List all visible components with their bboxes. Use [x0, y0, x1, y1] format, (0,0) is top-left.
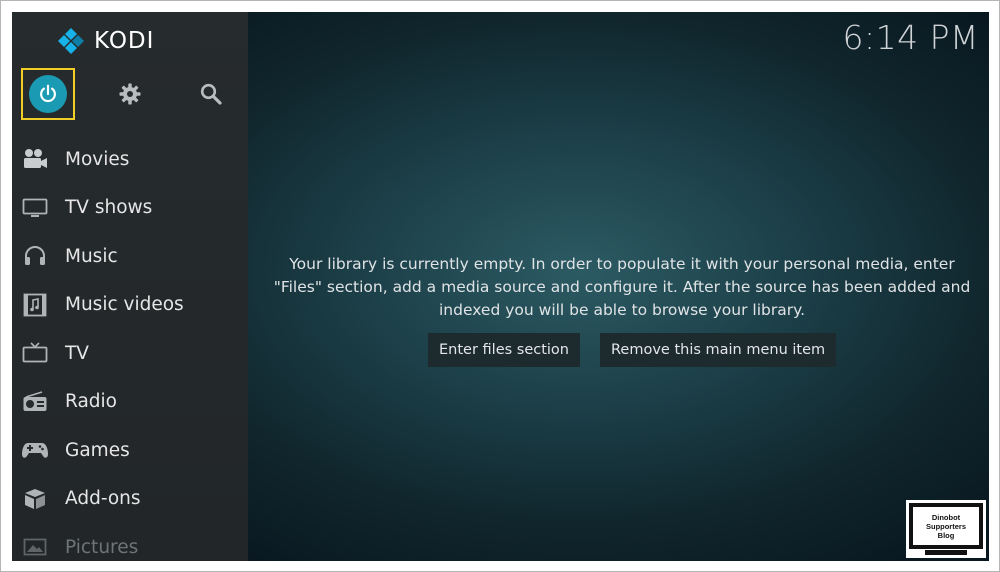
- empty-library-message: Your library is currently empty. In orde…: [272, 253, 972, 322]
- gear-icon: [119, 83, 141, 105]
- message-line: Your library is currently empty. In orde…: [289, 255, 955, 273]
- watermark-monitor: Dinobot Supporters Blog: [909, 503, 983, 549]
- menu-item-label: Radio: [65, 391, 117, 413]
- menu-item-games[interactable]: Games: [12, 426, 248, 475]
- menu-item-label: TV: [65, 342, 89, 364]
- kodi-logo: KODI: [56, 26, 154, 56]
- menu-item-label: Movies: [65, 148, 130, 170]
- search-button[interactable]: [198, 81, 224, 107]
- watermark-text: Dinobot Supporters Blog: [913, 507, 979, 545]
- menu-item-movies[interactable]: Movies: [12, 135, 248, 184]
- monitor-icon: [21, 196, 49, 220]
- gamepad-icon: [21, 438, 49, 462]
- menu-item-radio[interactable]: Radio: [12, 378, 248, 427]
- menu-item-label: Add-ons: [65, 488, 141, 510]
- menu-item-tv[interactable]: TV: [12, 329, 248, 378]
- settings-button[interactable]: [117, 81, 143, 107]
- kodi-home-screen: KODI Movies TV shows Music Music videos …: [12, 12, 989, 561]
- main-menu: Movies TV shows Music Music videos TV Ra…: [12, 135, 248, 561]
- menu-item-label: Music: [65, 245, 118, 267]
- menu-item-tv-shows[interactable]: TV shows: [12, 184, 248, 233]
- watermark-stand: [925, 550, 967, 555]
- menu-item-music-videos[interactable]: Music videos: [12, 281, 248, 330]
- app-name: KODI: [94, 28, 155, 54]
- power-icon: [40, 84, 56, 103]
- kodi-logo-icon: [58, 28, 84, 54]
- menu-item-add-ons[interactable]: Add-ons: [12, 475, 248, 524]
- radio-icon: [21, 390, 49, 414]
- sidebar: KODI Movies TV shows Music Music videos …: [12, 12, 248, 561]
- music-video-icon: [21, 293, 49, 317]
- headphones-icon: [21, 244, 49, 268]
- empty-library-actions: Enter files section Remove this main men…: [428, 333, 837, 367]
- tv-icon: [21, 341, 49, 365]
- remove-menu-item-button[interactable]: Remove this main menu item: [600, 333, 837, 367]
- box-icon: [21, 487, 49, 511]
- power-button[interactable]: [21, 68, 75, 120]
- message-line: indexed you will be able to browse your …: [439, 301, 805, 319]
- message-line: "Files" section, add a media source and …: [273, 278, 971, 296]
- menu-item-label: Pictures: [65, 536, 139, 558]
- menu-item-label: Games: [65, 439, 130, 461]
- power-button-circle: [29, 75, 67, 113]
- menu-item-label: TV shows: [65, 197, 153, 219]
- menu-item-music[interactable]: Music: [12, 232, 248, 281]
- picture-icon: [21, 535, 49, 559]
- screenshot-frame: KODI Movies TV shows Music Music videos …: [0, 0, 1000, 572]
- clock: 6:14 PM: [842, 18, 979, 57]
- top-icon-bar: [12, 68, 248, 122]
- watermark-badge: Dinobot Supporters Blog: [906, 500, 986, 558]
- movie-camera-icon: [21, 147, 49, 171]
- menu-item-pictures[interactable]: Pictures: [12, 523, 248, 561]
- menu-item-label: Music videos: [65, 294, 184, 316]
- search-icon: [200, 83, 222, 105]
- enter-files-section-button[interactable]: Enter files section: [428, 333, 580, 367]
